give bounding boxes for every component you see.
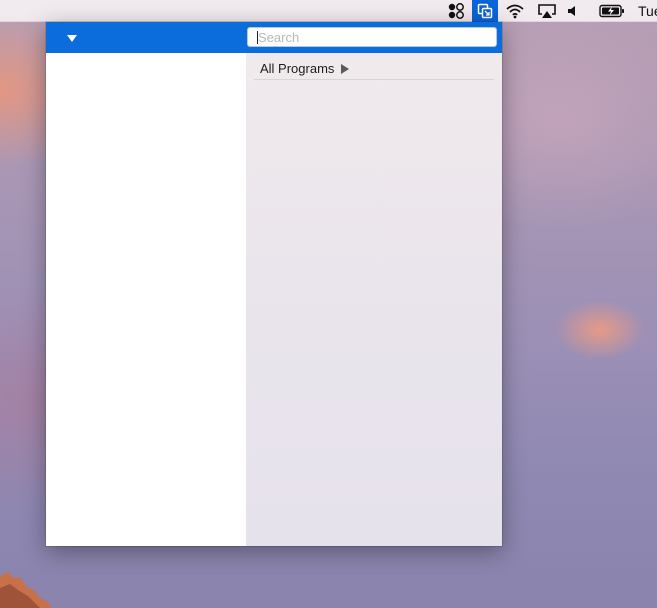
menubar-clock[interactable]: Tue xyxy=(638,0,657,22)
popover-header xyxy=(46,22,502,53)
all-programs-label: All Programs xyxy=(260,61,335,76)
text-caret xyxy=(257,31,258,44)
menu-bar: Tue xyxy=(0,0,657,22)
folder-pane xyxy=(46,53,246,546)
switch-app-icon[interactable] xyxy=(472,0,498,22)
launcher-popover: All Programs xyxy=(46,22,502,546)
wifi-icon[interactable] xyxy=(503,0,527,22)
chevron-down-icon[interactable] xyxy=(66,34,78,42)
battery-charging-icon[interactable] xyxy=(597,0,627,22)
airplay-icon[interactable] xyxy=(535,0,559,22)
search-input[interactable] xyxy=(247,27,497,47)
all-programs-item[interactable]: All Programs xyxy=(254,58,494,80)
volume-icon[interactable] xyxy=(564,0,582,22)
programs-pane: All Programs xyxy=(246,53,502,546)
control-center-icon[interactable] xyxy=(445,0,467,22)
wallpaper-rock xyxy=(0,572,52,608)
arrow-right-icon xyxy=(341,63,350,74)
